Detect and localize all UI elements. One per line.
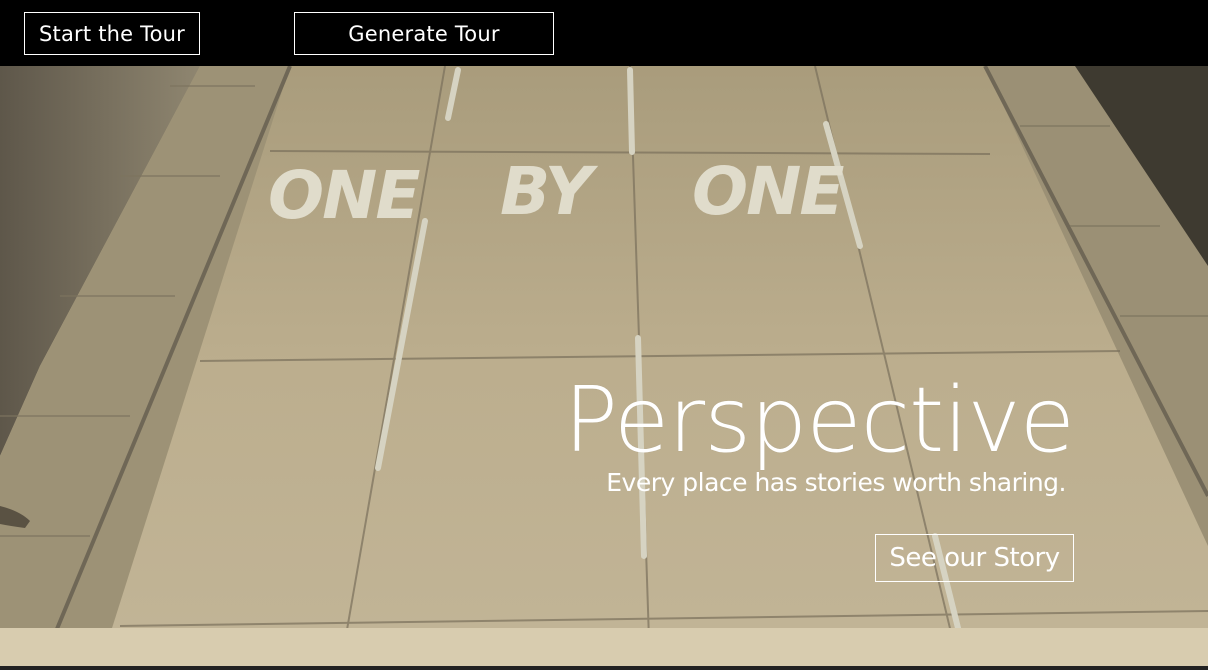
generate-tour-button[interactable]: Generate Tour [294, 12, 554, 55]
hero-subtitle: Every place has stories worth sharing. [606, 468, 1066, 497]
top-navigation-bar: Start the Tour Generate Tour [0, 0, 1208, 66]
hero-title: Perspective [563, 368, 1075, 473]
hero-section: ONE BY ONE Perspective Every place has s… [0, 66, 1208, 670]
road-word-one: ONE [268, 157, 420, 234]
road-word-one-second: ONE [692, 153, 844, 230]
start-tour-button[interactable]: Start the Tour [24, 12, 200, 55]
road-word-by: BY [500, 153, 599, 230]
see-our-story-button[interactable]: See our Story [875, 534, 1074, 582]
